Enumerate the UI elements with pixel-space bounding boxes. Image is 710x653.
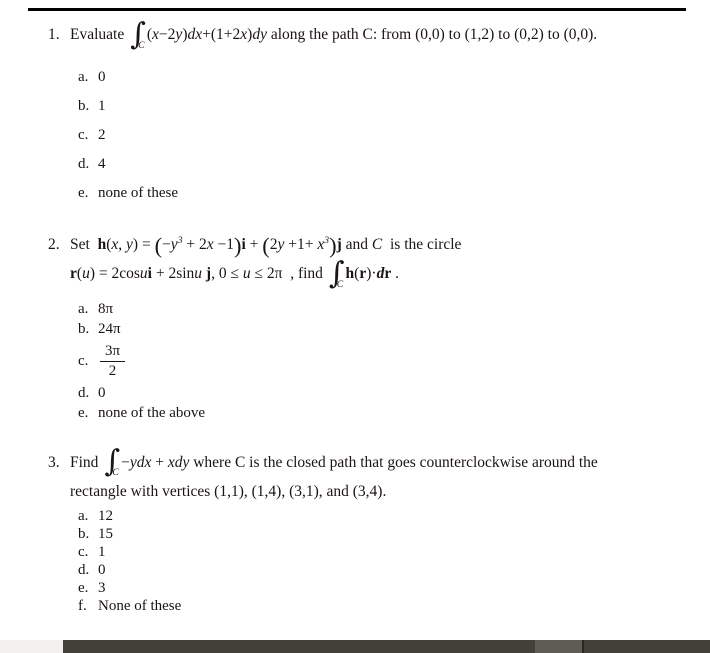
option-letter: e. [78,580,89,597]
integral-subscript: C [138,39,145,51]
option-item[interactable]: c. 1 [0,543,710,561]
option-text: 24π [98,320,121,337]
problem-2-prompt-prefix: Set [70,235,90,253]
page-top-rule [28,8,686,11]
document-page: 1. Evaluate ∫ C (x−2y)dx+(1+2x)dy along th… [0,20,710,638]
integral-symbol: ∫ C [329,259,345,291]
option-letter: e. [78,184,89,201]
option-item[interactable]: c. 3π 2 [0,343,710,380]
option-item[interactable]: a. 12 [0,507,710,525]
problem-3-statement: 3. Find ∫ C −ydx + xdy where C is the clos… [0,447,710,478]
option-item[interactable]: d. 0 [0,561,710,579]
option-text: none of these [98,184,178,201]
problem-3-integrand: −ydx + xdy [121,453,190,471]
scrollbar-divider [582,640,584,653]
problem-3-text: Find ∫ C −ydx + xdy where C is the closed … [70,447,710,478]
problem-2-number: 2. [48,235,60,253]
problem-3-number: 3. [48,453,60,471]
option-item[interactable]: b. 24π [0,321,710,338]
option-text: 8π [98,300,114,317]
problem-2-function: h(x, y) [97,235,139,253]
option-item[interactable]: b. 1 [0,98,710,115]
fraction-denominator: 2 [108,362,117,379]
option-text: 0 [98,562,106,579]
vector-r: r [70,264,77,282]
problem-2-options: a. 8π b. 24π c. 3π 2 d. 0 e. none of the… [0,301,710,422]
option-text: 15 [98,526,113,543]
option-text: 4 [98,155,106,172]
option-item[interactable]: f. None of these [0,597,710,615]
problem-3-options: a. 12 b. 15 c. 1 d. 0 e. 3 f. None of th… [0,507,710,615]
problem-2-parametrization: r(u) = 2cosui + 2sinu j, 0 ≤ u ≤ 2π , fi… [70,259,710,291]
problem-2-component-j: 2y +1+ x3 [269,234,330,253]
option-text: 0 [98,68,106,85]
option-letter: d. [78,155,90,172]
open-paren-i: ( [154,232,163,258]
option-letter: b. [78,97,90,114]
problem-1-prompt-suffix: along the path C: from (0,0) to (1,2) to… [270,26,598,43]
problem-3-prompt-prefix: Find [70,453,99,471]
open-paren-j: ( [262,232,270,258]
problem-3-continuation: rectangle with vertices (1,1), (1,4), (3… [70,483,387,501]
integral-subscript: C [112,467,119,479]
option-text: none of the above [98,404,206,421]
unit-vector-j: j [336,235,342,253]
option-letter: c. [78,544,89,561]
integral-subscript: C [336,278,344,290]
option-letter: a. [78,300,89,317]
problem-2: 2. Set h(x, y) = (−y3 + 2x −1)i + (2y +1… [0,234,710,422]
fraction-numerator: 3π [100,343,126,362]
option-text: 0 [98,384,106,401]
scrollbar-track[interactable] [63,640,710,653]
integral-symbol: ∫ C [104,447,120,478]
problem-1-prompt-prefix: Evaluate [70,26,125,43]
integral-symbol: ∫ C [130,20,146,51]
problem-1-number: 1. [48,26,60,43]
horizontal-scrollbar[interactable] [0,640,710,653]
problem-1-statement: 1. Evaluate ∫ C (x−2y)dx+(1+2x)dy along th… [0,20,710,51]
option-letter: d. [78,562,90,579]
option-item[interactable]: d. 0 [0,385,710,402]
option-letter: e. [78,404,89,421]
problem-1: 1. Evaluate ∫ C (x−2y)dx+(1+2x)dy along th… [0,20,710,202]
option-item[interactable]: b. 15 [0,525,710,543]
problem-1-options: a. 0 b. 1 c. 2 d. 4 e. none of these [0,69,710,202]
problem-2-text: Set h(x, y) = (−y3 + 2x −1)i + (2y +1+ x… [70,232,462,258]
problem-2-line-integral: h(r)·dr . [345,264,399,282]
problem-1-text: Evaluate ∫ C (x−2y)dx+(1+2x)dy along the p… [70,20,710,51]
scrollbar-thumb[interactable] [535,640,582,653]
option-letter: c. [78,126,89,143]
option-item[interactable]: a. 8π [0,301,710,318]
option-letter: b. [78,320,90,337]
problem-2-statement: 2. Set h(x, y) = (−y3 + 2x −1)i + (2y +1… [0,234,710,256]
fraction: 3π 2 [100,343,126,380]
option-text: 3π 2 [98,343,710,380]
option-letter: f. [78,598,87,615]
option-text: 3 [98,580,106,597]
problem-3-prompt-suffix: where C is the closed path that goes cou… [193,453,598,471]
option-text: 12 [98,508,113,525]
option-item[interactable]: c. 2 [0,127,710,144]
option-letter: a. [78,508,89,525]
close-paren-j: ) [329,232,337,258]
problem-1-integrand: (x−2y)dx+(1+2x)dy [146,26,267,43]
option-item[interactable]: a. 0 [0,69,710,86]
problem-2-component-i: −y3 + 2x −1 [162,234,234,253]
option-text: 2 [98,126,106,143]
problem-2-prompt-mid: and C is the circle [345,235,462,253]
option-letter: b. [78,526,90,543]
option-item[interactable]: e. none of the above [0,405,710,422]
option-item[interactable]: e. 3 [0,579,710,597]
option-letter: c. [78,352,89,369]
problem-3: 3. Find ∫ C −ydx + xdy where C is the clos… [0,447,710,616]
unit-vector-i: i [241,235,246,253]
option-letter: d. [78,384,90,401]
option-text: 1 [98,544,106,561]
option-item[interactable]: d. 4 [0,156,710,173]
option-text: 1 [98,97,106,114]
option-item[interactable]: e. none of these [0,185,710,202]
option-text: None of these [98,598,182,615]
option-letter: a. [78,68,89,85]
